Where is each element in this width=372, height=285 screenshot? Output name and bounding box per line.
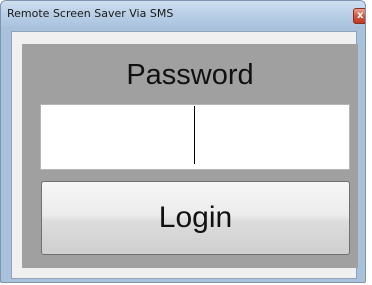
text-caret	[194, 106, 195, 164]
password-label: Password	[126, 59, 254, 91]
login-button[interactable]: Login	[41, 181, 350, 255]
window-title: Remote Screen Saver Via SMS	[7, 7, 174, 20]
close-button[interactable]: x	[353, 8, 365, 24]
close-icon: x	[357, 10, 364, 21]
login-panel: Password Login	[22, 44, 358, 268]
password-input[interactable]	[40, 104, 350, 170]
title-bar[interactable]: Remote Screen Saver Via SMS x	[1, 1, 365, 27]
